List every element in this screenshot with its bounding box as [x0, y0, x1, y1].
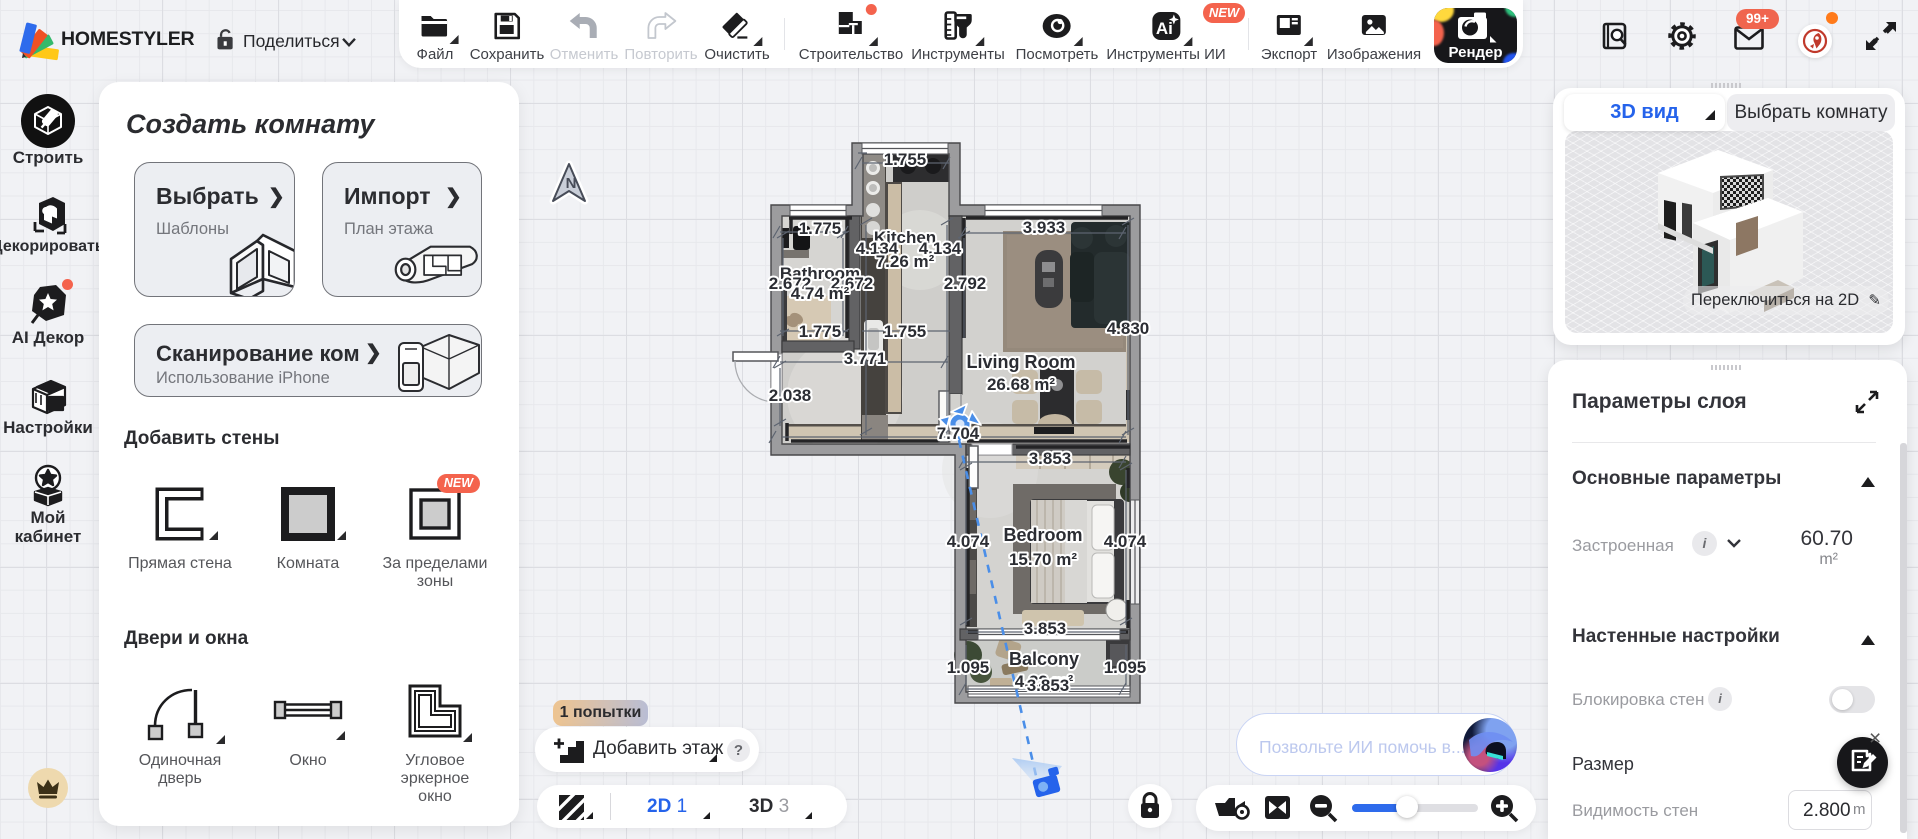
svg-text:26.68 m²: 26.68 m² [987, 375, 1055, 394]
svg-text:2.038: 2.038 [769, 386, 812, 405]
svg-text:3.853: 3.853 [1027, 676, 1070, 695]
svg-text:3.853: 3.853 [1024, 619, 1067, 638]
svg-text:N: N [566, 175, 577, 192]
svg-text:Living Room: Living Room [967, 352, 1076, 372]
svg-text:15.70 m²: 15.70 m² [1009, 550, 1077, 569]
svg-text:1.095: 1.095 [1104, 658, 1147, 677]
svg-text:1.755: 1.755 [884, 322, 927, 341]
svg-text:4.074: 4.074 [947, 532, 990, 551]
svg-text:1.775: 1.775 [799, 219, 842, 238]
svg-text:1.775: 1.775 [799, 322, 842, 341]
svg-text:3.853: 3.853 [1029, 449, 1072, 468]
svg-text:4.074: 4.074 [1104, 532, 1147, 551]
svg-text:4.830: 4.830 [1107, 319, 1150, 338]
svg-text:Bedroom: Bedroom [1003, 525, 1082, 545]
svg-text:1.755: 1.755 [884, 150, 927, 169]
svg-text:2.792: 2.792 [944, 274, 987, 293]
svg-text:3.771: 3.771 [844, 349, 887, 368]
svg-text:7.26 m²: 7.26 m² [876, 252, 935, 271]
svg-text:7.704: 7.704 [937, 424, 980, 443]
svg-text:3.933: 3.933 [1023, 218, 1066, 237]
svg-text:Balcony: Balcony [1009, 649, 1079, 669]
svg-text:1.095: 1.095 [947, 658, 990, 677]
svg-text:Ai: Ai [1155, 19, 1172, 38]
svg-text:4.74 m²: 4.74 m² [791, 284, 850, 303]
